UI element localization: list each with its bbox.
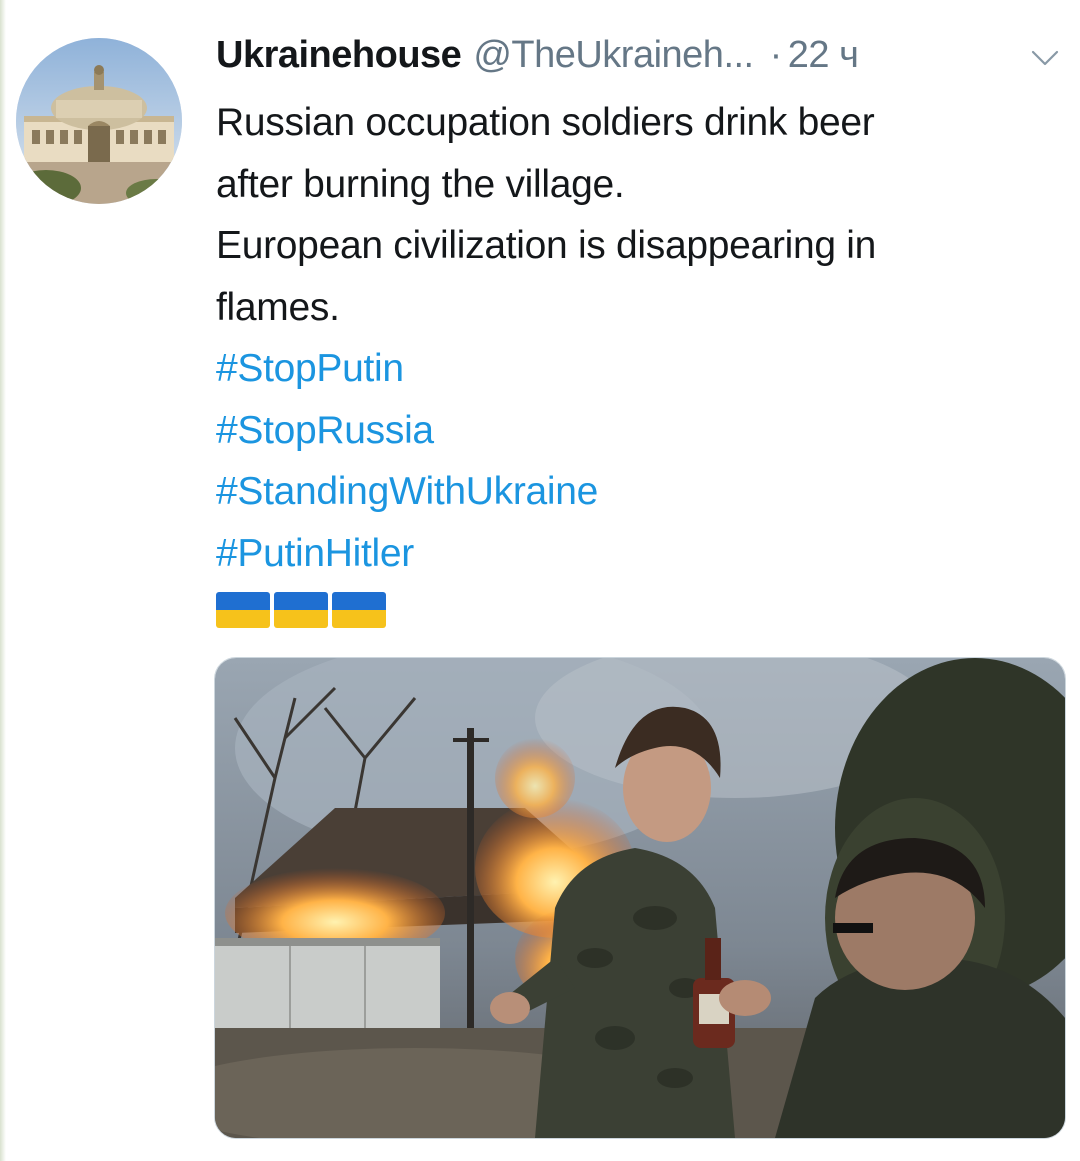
timestamp[interactable]: 22 ч (788, 34, 859, 77)
hashtag-link[interactable]: #StopRussia (216, 400, 1046, 462)
ukraine-flag-icon (274, 592, 328, 628)
tweet-text-line: European civilization is disappearing in (216, 224, 877, 267)
avatar[interactable] (16, 38, 182, 204)
opera-house-photo (16, 38, 182, 204)
ukraine-flag-icon (216, 592, 270, 628)
hashtag-link[interactable]: #PutinHitler (216, 523, 1046, 585)
separator-dot: · (769, 34, 783, 76)
ukraine-flag-icon (332, 592, 386, 628)
tweet-text-line: flames. (216, 285, 340, 329)
chevron-down-icon[interactable] (1030, 48, 1060, 68)
tweet-text: Russian occupation soldiers drink beer a… (216, 92, 1046, 584)
user-handle[interactable]: @TheUkraineh... (473, 34, 754, 77)
burning-village-photo (215, 658, 1065, 1138)
hashtag-link[interactable]: #StandingWithUkraine (216, 461, 1046, 523)
tweet-header: Ukrainehouse @TheUkraineh... · 22 ч (216, 34, 1066, 84)
tweet[interactable]: Ukrainehouse @TheUkraineh... · 22 ч Russ… (0, 0, 1080, 1161)
emoji-row (216, 592, 386, 628)
display-name[interactable]: Ukrainehouse (216, 34, 462, 77)
tweet-text-line: after burning the village. (216, 162, 625, 206)
tweet-text-line: Russian occupation soldiers drink beer (216, 101, 875, 144)
hashtag-link[interactable]: #StopPutin (216, 338, 1046, 400)
tweet-media-photo[interactable] (214, 657, 1066, 1139)
